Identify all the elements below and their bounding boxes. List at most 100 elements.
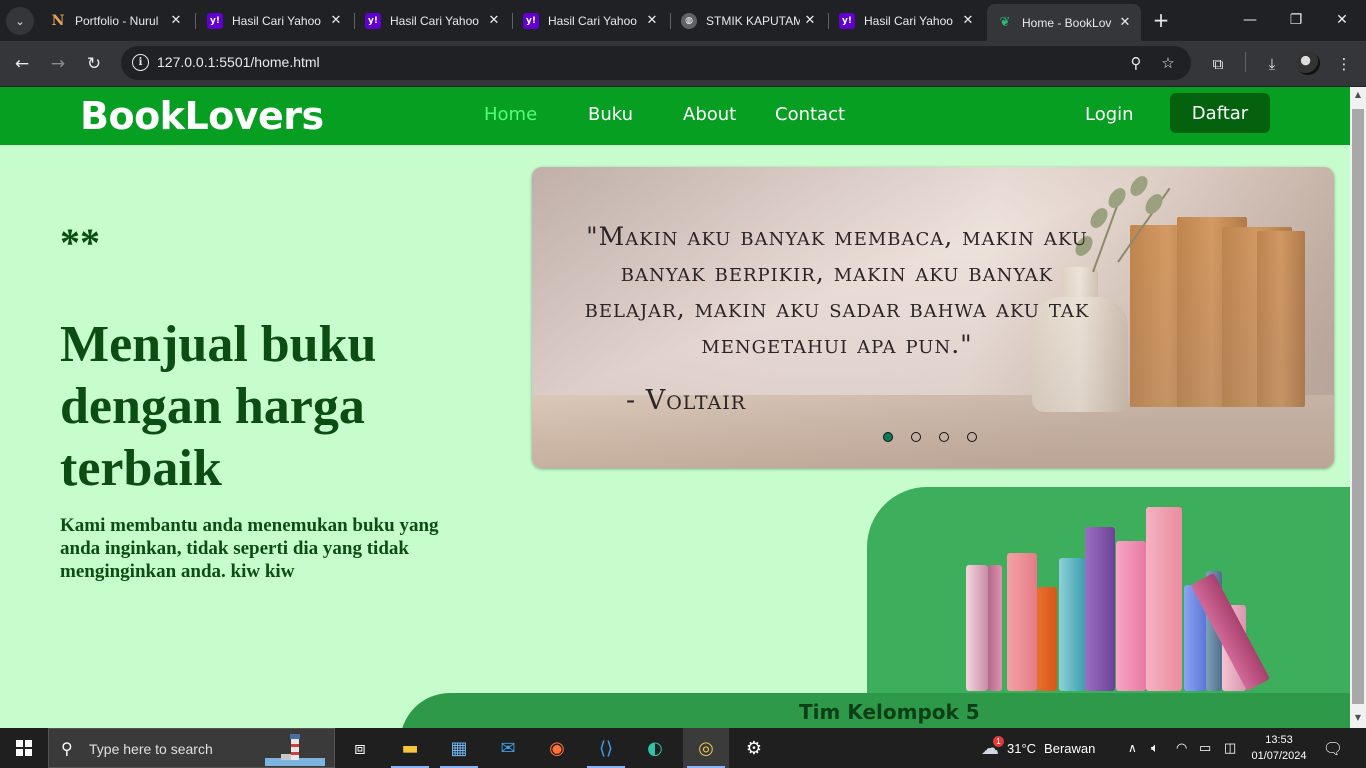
browser-tab[interactable]: ◍ STMIK KAPUTAM ✕ <box>671 6 826 35</box>
battery-icon[interactable]: ▭ <box>1199 728 1211 768</box>
browser-tab[interactable]: y! Hasil Cari Yahoo ✕ <box>829 6 984 35</box>
system-clock[interactable]: 13:53 01/07/2024 <box>1244 732 1314 764</box>
new-tab-icon[interactable]: + <box>1150 8 1172 32</box>
profile-avatar[interactable] <box>1296 51 1320 75</box>
meet-now-icon[interactable]: ◫ <box>1224 728 1236 768</box>
site-info-icon[interactable]: i <box>132 54 149 71</box>
minimize-icon[interactable]: — <box>1228 6 1272 34</box>
booklovers-icon: ❦ <box>999 15 1011 30</box>
carousel-dot[interactable] <box>911 432 921 442</box>
yahoo-icon: y! <box>207 12 223 29</box>
daftar-button[interactable]: Daftar <box>1170 93 1270 133</box>
weather-widget[interactable]: ☁ 1 31°C Berawan <box>981 728 1095 768</box>
edge-icon[interactable]: ◐ <box>632 728 678 768</box>
nav-about[interactable]: About <box>683 104 736 125</box>
firefox-icon[interactable]: ◉ <box>534 728 580 768</box>
tab-title: Portfolio - Nurul <box>75 13 159 28</box>
login-link[interactable]: Login <box>1085 104 1134 125</box>
book-spine <box>1007 553 1037 691</box>
browser-tab[interactable]: y! Hasil Cari Yahoo ✕ <box>513 6 668 35</box>
quote-carousel[interactable]: "Makin aku banyak membaca, makin aku ban… <box>532 167 1334 468</box>
carousel-dot-active[interactable] <box>883 432 893 442</box>
weather-temperature: 31°C <box>1007 740 1037 756</box>
nav-buku[interactable]: Buku <box>588 104 633 125</box>
windows-taskbar: ⚲ Type here to search ⧈ ▬ ▦ ✉ ◉ ⟨⟩ ◐ ◎ ⚙… <box>0 728 1366 768</box>
address-bar[interactable]: i 127.0.0.1:5501/home.html ⚲ ☆ <box>121 46 1191 80</box>
yahoo-icon: y! <box>523 12 539 29</box>
start-button[interactable] <box>0 728 48 768</box>
books-illustration-panel <box>867 487 1350 727</box>
back-arrow-icon[interactable]: ← <box>8 50 36 78</box>
yahoo-icon: y! <box>365 12 381 29</box>
microsoft-store-icon[interactable]: ▦ <box>436 728 482 768</box>
restore-icon[interactable]: ❐ <box>1274 6 1318 34</box>
close-tab-icon[interactable]: ✕ <box>1115 15 1135 30</box>
notion-n-icon: N <box>51 12 65 29</box>
carousel-indicators <box>883 432 977 442</box>
tray-chevron-up-icon[interactable]: ∧ <box>1128 728 1137 768</box>
close-tab-icon[interactable]: ✕ <box>484 13 504 28</box>
search-icon: ⚲ <box>61 739 73 758</box>
close-tab-icon[interactable]: ✕ <box>642 13 662 28</box>
site-logo[interactable]: BookLovers <box>80 94 324 138</box>
notification-icon[interactable]: 🗨︎ <box>1322 737 1344 759</box>
reload-icon[interactable]: ↻ <box>80 50 108 78</box>
page-viewport: BookLovers Home Buku About Contact Login… <box>0 87 1350 728</box>
more-menu-icon[interactable]: ⋮ <box>1331 51 1357 77</box>
tab-title: Hasil Cari Yahoo <box>548 13 637 28</box>
download-icon[interactable]: ⤓ <box>1259 51 1285 77</box>
close-tab-icon[interactable]: ✕ <box>958 13 978 28</box>
hero-stars: ** <box>60 220 100 265</box>
book-spine <box>1116 541 1146 691</box>
nav-contact[interactable]: Contact <box>775 104 845 125</box>
browser-tab[interactable]: y! Hasil Cari Yahoo ✕ <box>197 6 352 35</box>
globe-icon: ◍ <box>681 12 697 29</box>
scroll-up-icon[interactable]: ▲ <box>1353 90 1363 102</box>
carousel-quote: "Makin aku banyak membaca, makin aku ban… <box>584 222 1090 359</box>
zoom-icon[interactable]: ⚲ <box>1126 53 1146 73</box>
close-tab-icon[interactable]: ✕ <box>326 13 346 28</box>
page-scrollbar[interactable]: ▲ ▼ <box>1350 87 1366 728</box>
forward-arrow-icon[interactable]: → <box>44 50 72 78</box>
vscode-icon[interactable]: ⟨⟩ <box>583 728 629 768</box>
scrollbar-thumb[interactable] <box>1352 109 1364 704</box>
browser-tab[interactable]: y! Hasil Cari Yahoo ✕ <box>355 6 510 35</box>
wifi-icon[interactable]: ◠ <box>1176 728 1187 768</box>
close-window-icon[interactable]: ✕ <box>1320 6 1364 34</box>
windows-logo-icon <box>16 740 32 756</box>
site-navbar: BookLovers Home Buku About Contact Login… <box>0 87 1350 145</box>
close-tab-icon[interactable]: ✕ <box>166 13 186 28</box>
volume-icon[interactable]: 🔈︎ <box>1151 728 1159 768</box>
scroll-down-icon[interactable]: ▼ <box>1353 713 1363 725</box>
bookmark-star-icon[interactable]: ☆ <box>1158 53 1178 73</box>
mail-icon[interactable]: ✉ <box>485 728 531 768</box>
chrome-icon[interactable]: ◎ <box>683 728 729 768</box>
tab-title: Hasil Cari Yahoo <box>390 13 479 28</box>
browser-toolbar: ← → ↻ i 127.0.0.1:5501/home.html ⚲ ☆ ⧉ ⤓… <box>0 41 1366 86</box>
lighthouse-search-highlight-icon <box>265 734 325 766</box>
tab-search-chevron-icon[interactable]: ⌄ <box>6 7 34 35</box>
nav-home[interactable]: Home <box>484 104 537 125</box>
tab-title: Home - BookLov <box>1022 15 1112 30</box>
settings-gear-icon[interactable]: ⚙ <box>731 728 777 768</box>
browser-tab[interactable]: N Portfolio - Nurul ✕ <box>40 6 192 35</box>
browser-tab-active[interactable]: ❦ Home - BookLov ✕ <box>987 4 1141 41</box>
book-spine <box>1085 527 1115 691</box>
extensions-icon[interactable]: ⧉ <box>1205 51 1231 77</box>
task-view-icon[interactable]: ⧈ <box>337 728 383 768</box>
carousel-dot[interactable] <box>967 432 977 442</box>
weather-cloud-icon: ☁ 1 <box>981 735 1004 759</box>
hero-subtitle: Kami membantu anda menemukan buku yang a… <box>60 515 439 582</box>
carousel-dot[interactable] <box>939 432 949 442</box>
tab-title: Hasil Cari Yahoo <box>232 13 321 28</box>
weather-alert-badge: 1 <box>993 735 1004 747</box>
yahoo-icon: y! <box>839 12 855 29</box>
close-tab-icon[interactable]: ✕ <box>800 13 820 28</box>
book-spine <box>966 565 988 691</box>
file-explorer-icon[interactable]: ▬ <box>387 728 433 768</box>
book-spine <box>988 565 1002 691</box>
taskbar-search-placeholder: Type here to search <box>89 741 213 757</box>
carousel-author: - Voltair <box>626 385 747 416</box>
url-text[interactable]: 127.0.0.1:5501/home.html <box>157 54 320 70</box>
clock-time: 13:53 <box>1265 734 1293 746</box>
